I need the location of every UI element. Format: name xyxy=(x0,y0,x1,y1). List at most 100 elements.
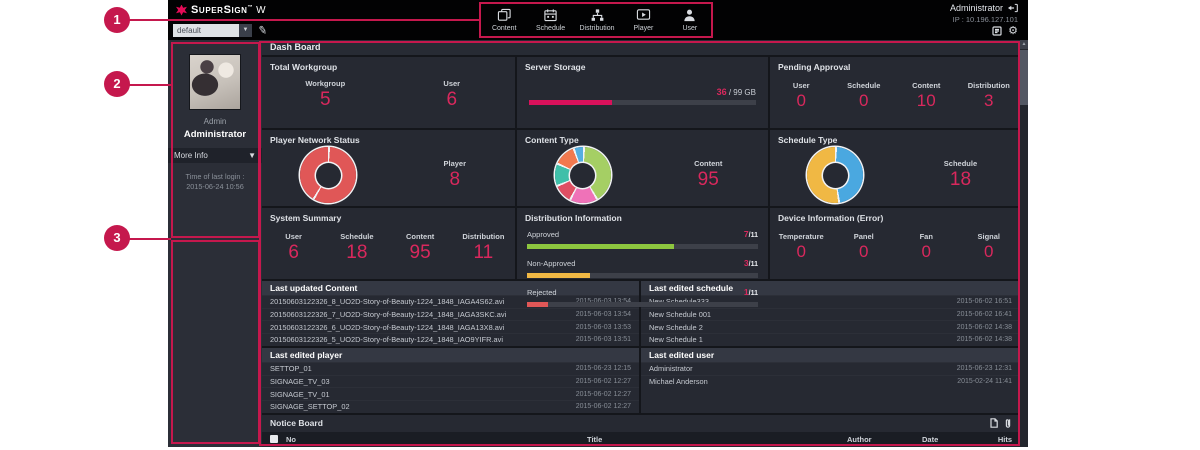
panel-title: System Summary xyxy=(270,213,507,223)
panel-schedule-type: Schedule Type Schedule 18 xyxy=(770,130,1020,206)
scroll-up-arrow-icon[interactable]: ▲ xyxy=(1020,40,1028,49)
more-info-toggle[interactable]: More Info ▼ xyxy=(168,148,262,163)
memo-icon[interactable] xyxy=(992,26,1002,36)
stat-workgroup: Workgroup 5 xyxy=(262,79,389,111)
callout-3: 3 xyxy=(104,225,130,251)
workspace-select-value[interactable]: default xyxy=(173,24,239,37)
stat-fan: Fan0 xyxy=(895,232,958,262)
stat-schedule: Schedule18 xyxy=(325,232,388,264)
nav-item-user[interactable]: User xyxy=(667,0,713,40)
stat-user: User0 xyxy=(770,81,833,111)
storage-usage-text: 36 / 99 GB xyxy=(529,87,756,97)
panel-title: Distribution Information xyxy=(525,213,760,223)
stat-schedule: Schedule 18 xyxy=(901,159,1020,191)
vertical-scrollbar[interactable]: ▲ xyxy=(1020,40,1028,447)
select-all-checkbox[interactable] xyxy=(270,435,278,443)
last-login-time: 2015-06-24 10:56 xyxy=(168,182,262,192)
content-type-donut-chart xyxy=(555,147,611,203)
scrollbar-thumb[interactable] xyxy=(1020,50,1028,105)
stat-content: Content10 xyxy=(895,81,958,111)
logout-icon[interactable] xyxy=(1007,3,1018,13)
list-item[interactable]: New Schedule 22015-06-02 14:38 xyxy=(641,320,1020,333)
page-title: Dash Board xyxy=(262,40,1020,55)
callout-line-1 xyxy=(128,19,481,21)
panel-distribution-information: Distribution Information Approved7/11 No… xyxy=(517,208,768,279)
workspace-dropdown-arrow-icon[interactable]: ▼ xyxy=(239,24,252,37)
column-title: Title xyxy=(587,435,602,444)
server-ip: IP : 10.196.127.101 xyxy=(950,15,1018,24)
list-item[interactable]: SIGNAGE_TV_032015-06-02 12:27 xyxy=(262,375,639,388)
nav-label: Distribution xyxy=(580,25,615,32)
user-role: Admin xyxy=(168,117,262,126)
app-logo: SuperSign™W xyxy=(176,4,266,16)
panel-device-information: Device Information (Error) Temperature0 … xyxy=(770,208,1020,279)
workspace-selector[interactable]: default ▼ ✎ xyxy=(173,24,267,37)
nav-item-schedule[interactable]: Schedule xyxy=(527,0,573,40)
list-item[interactable]: SETTOP_012015-06-23 12:15 xyxy=(262,362,639,375)
nav-label: Player xyxy=(634,25,654,32)
stat-player: Player 8 xyxy=(395,159,515,191)
stat-schedule: Schedule0 xyxy=(833,81,896,111)
new-post-icon[interactable] xyxy=(990,418,998,428)
list-item[interactable]: Michael Anderson2015-02-24 11:41 xyxy=(641,375,1020,388)
list-title: Last edited user xyxy=(641,348,1020,362)
user-icon xyxy=(682,8,697,22)
sidebar: Admin Administrator More Info ▼ Time of … xyxy=(168,40,262,447)
panel-title: Total Workgroup xyxy=(270,62,507,72)
last-login-label: Time of last login : xyxy=(168,172,262,182)
column-no: No xyxy=(286,435,296,444)
nav-label: User xyxy=(682,25,697,32)
list-title: Last edited player xyxy=(262,348,639,362)
stat-panel: Panel0 xyxy=(833,232,896,262)
attachment-icon[interactable] xyxy=(1004,418,1012,428)
nav-label: Content xyxy=(492,25,517,32)
stat-signal: Signal0 xyxy=(958,232,1021,262)
stat-user: User6 xyxy=(262,232,325,264)
list-item[interactable]: 20150603122326_6_UO2D-Story-of-Beauty-12… xyxy=(262,320,639,333)
notice-table-header: No Title Author Date Hits xyxy=(262,432,1020,446)
callout-1: 1 xyxy=(104,7,130,33)
profile-photo xyxy=(189,54,241,110)
column-author: Author xyxy=(847,435,872,444)
more-info-label: More Info xyxy=(174,151,208,160)
workspace-edit-icon[interactable]: ✎ xyxy=(257,23,268,37)
nav-item-player[interactable]: Player xyxy=(620,0,666,40)
list-last-edited-player: Last edited player SETTOP_012015-06-23 1… xyxy=(262,348,639,413)
dist-bar-approved: Approved7/11 xyxy=(527,224,758,249)
list-item[interactable]: SIGNAGE_TV_012015-06-02 12:27 xyxy=(262,387,639,400)
list-item[interactable]: New Schedule 12015-06-02 14:38 xyxy=(641,333,1020,346)
callout-line-3 xyxy=(128,238,171,240)
panel-pending-approval: Pending Approval User0 Schedule0 Content… xyxy=(770,57,1020,128)
column-hits: Hits xyxy=(998,435,1012,444)
list-item[interactable]: SIGNAGE_SETTOP_022015-06-02 12:27 xyxy=(262,400,639,413)
panel-total-workgroup: Total Workgroup Workgroup 5 User 6 xyxy=(262,57,515,128)
player-network-donut-chart xyxy=(300,147,356,203)
stat-content: Content95 xyxy=(389,232,452,264)
panel-title: Pending Approval xyxy=(778,62,1012,72)
callout-line-2 xyxy=(128,84,171,86)
chevron-down-icon: ▼ xyxy=(248,151,256,160)
content-icon xyxy=(497,8,512,22)
list-item[interactable]: Administrator2015-06-23 12:31 xyxy=(641,362,1020,375)
nav-label: Schedule xyxy=(536,25,565,32)
stat-user: User 6 xyxy=(389,79,516,111)
nav-item-distribution[interactable]: Distribution xyxy=(574,0,620,40)
panel-title: Server Storage xyxy=(525,62,760,72)
stat-distribution: Distribution3 xyxy=(958,81,1021,111)
notice-board: Notice Board No Title Author Date Hits xyxy=(262,415,1020,447)
nav-item-content[interactable]: Content xyxy=(481,0,527,40)
stat-content: Content 95 xyxy=(648,159,768,191)
stat-temperature: Temperature0 xyxy=(770,232,833,262)
panel-content-type: Content Type Content 95 xyxy=(517,130,768,206)
panel-title: Device Information (Error) xyxy=(778,213,1012,223)
list-item[interactable]: 20150603122326_5_UO2D-Story-of-Beauty-12… xyxy=(262,333,639,346)
top-right-area: Administrator IP : 10.196.127.101 ⚙ xyxy=(950,3,1018,36)
panel-server-storage: Server Storage 36 / 99 GB xyxy=(517,57,768,128)
settings-gear-icon[interactable]: ⚙ xyxy=(1008,26,1018,36)
player-icon xyxy=(636,8,651,22)
storage-bar xyxy=(529,100,756,105)
main-nav: Content Schedule Distribution Player Use… xyxy=(481,0,713,40)
stat-distribution: Distribution11 xyxy=(452,232,515,264)
user-name: Administrator xyxy=(168,129,262,140)
logo-text: SuperSign™W xyxy=(191,4,266,16)
